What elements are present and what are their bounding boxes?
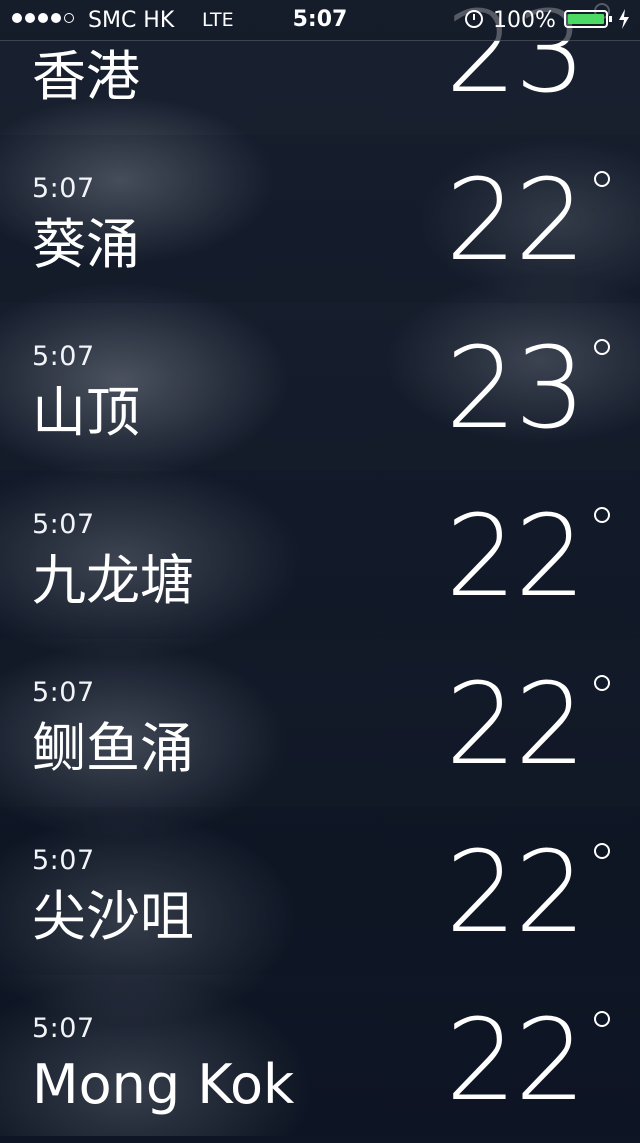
city-list[interactable]: 香港 23 5:07 葵涌 22 5:07 山顶 23 5:07 九龙塘 22 …: [0, 0, 640, 1143]
city-name: 香港: [32, 45, 140, 108]
degree-symbol: [594, 675, 610, 691]
battery-percentage: 100%: [493, 8, 556, 33]
city-temperature: 22: [445, 156, 586, 286]
city-name: Mong Kok: [32, 1053, 295, 1116]
city-row[interactable]: 5:07 山顶 23: [0, 303, 640, 471]
city-row[interactable]: 5:07 鲗鱼涌 22: [0, 639, 640, 807]
city-name: 葵涌: [32, 213, 140, 276]
city-row[interactable]: 5:07 九龙塘 22: [0, 471, 640, 639]
city-name: 尖沙咀: [32, 885, 194, 948]
degree-symbol: [594, 171, 610, 187]
battery-icon: [564, 10, 608, 28]
city-temperature: 22: [445, 660, 586, 790]
city-time: 5:07: [32, 509, 95, 540]
degree-symbol: [594, 339, 610, 355]
charging-bolt-icon: [619, 9, 629, 29]
city-temperature: 22: [445, 996, 586, 1126]
city-temperature: 22: [445, 828, 586, 958]
city-row[interactable]: 5:07 Mong Kok 22: [0, 975, 640, 1143]
battery-level: [568, 14, 604, 24]
city-time: 5:07: [32, 1013, 95, 1044]
city-temperature: 23: [445, 324, 586, 454]
city-time: 5:07: [32, 341, 95, 372]
city-time: 5:07: [32, 845, 95, 876]
city-row[interactable]: 5:07 尖沙咀 22: [0, 807, 640, 975]
city-name: 九龙塘: [32, 549, 194, 612]
city-time: 5:07: [32, 173, 95, 204]
city-time: 5:07: [32, 677, 95, 708]
status-bar: SMC HK LTE 5:07 100%: [0, 0, 640, 41]
degree-symbol: [594, 1011, 610, 1027]
city-name: 鲗鱼涌: [32, 717, 194, 780]
degree-symbol: [594, 507, 610, 523]
degree-symbol: [594, 843, 610, 859]
battery-tip: [609, 16, 612, 22]
city-name: 山顶: [32, 381, 140, 444]
alarm-icon: [465, 10, 483, 28]
city-row[interactable]: 5:07 葵涌 22: [0, 135, 640, 303]
city-temperature: 22: [445, 492, 586, 622]
